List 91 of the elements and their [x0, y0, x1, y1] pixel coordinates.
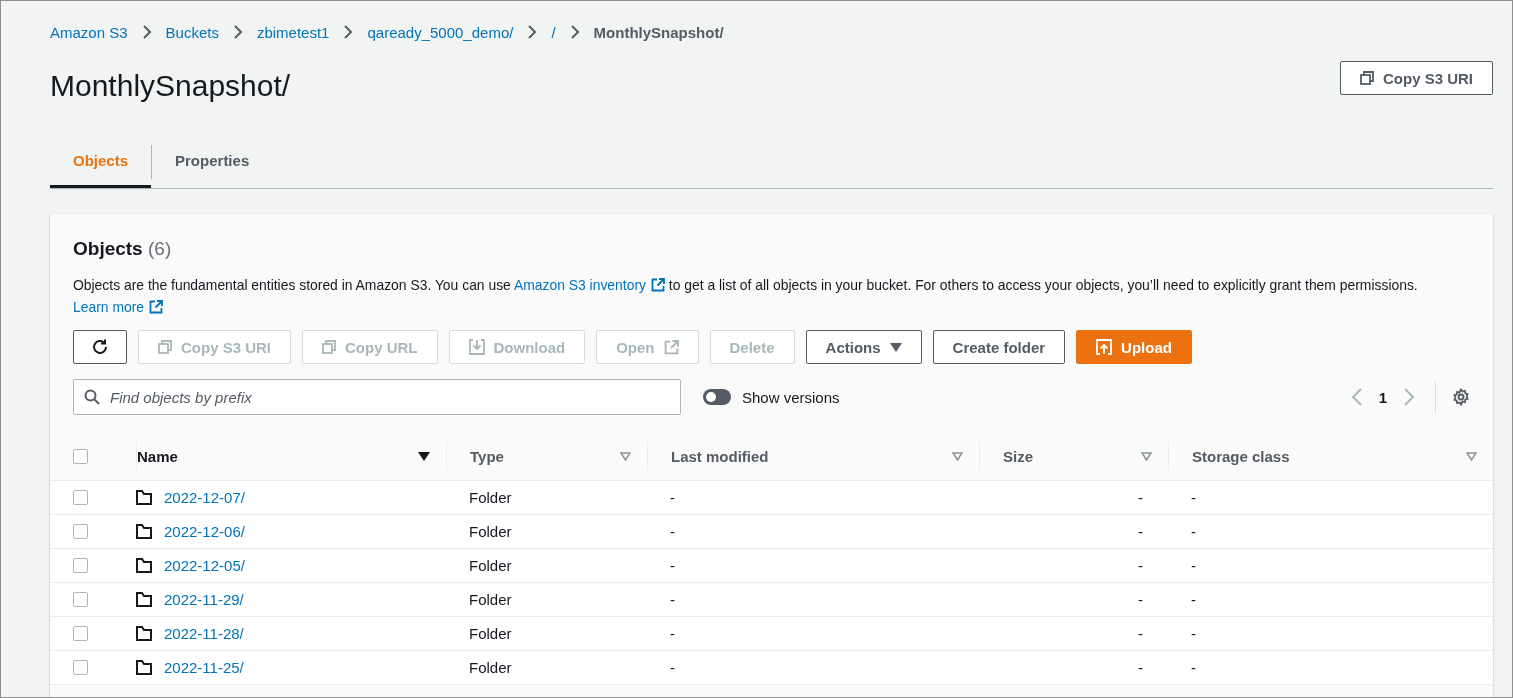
table-cell: -: [670, 591, 675, 608]
column-header[interactable]: Storage class: [1192, 447, 1290, 465]
upload-button[interactable]: Upload: [1076, 330, 1192, 364]
copy-icon: [1360, 71, 1374, 85]
table-cell: Folder: [469, 489, 512, 506]
panel-heading: Objects: [73, 238, 143, 259]
chevron-right-icon: [141, 25, 152, 39]
search-icon: [84, 389, 100, 405]
row-checkbox[interactable]: [73, 592, 88, 607]
folder-icon: [136, 524, 152, 539]
tab[interactable]: Properties: [152, 135, 273, 188]
table-cell: -: [670, 659, 675, 676]
external-link-icon: [650, 278, 665, 292]
table-cell: -: [670, 625, 675, 642]
table-cell: -: [1138, 557, 1143, 574]
object-count: (6): [148, 238, 172, 259]
table-cell: -: [1191, 625, 1196, 642]
chevron-right-icon: [232, 25, 243, 39]
folder-icon: [136, 592, 152, 607]
row-checkbox[interactable]: [73, 626, 88, 641]
select-all-checkbox[interactable]: [73, 448, 88, 464]
breadcrumb-link[interactable]: qaready_5000_demo/: [367, 23, 514, 41]
toggle-label: Show versions: [742, 388, 840, 406]
show-versions-toggle[interactable]: [703, 389, 731, 405]
previous-page-icon[interactable]: [1350, 387, 1363, 407]
help-link[interactable]: Amazon S3 inventory: [513, 277, 665, 293]
column-header[interactable]: Type: [470, 447, 504, 465]
copy-icon: [158, 340, 172, 354]
external-link-icon: [149, 300, 164, 314]
refresh-button[interactable]: [73, 330, 127, 364]
folder-icon: [136, 660, 152, 675]
table-cell: -: [1191, 557, 1196, 574]
next-page-icon[interactable]: [1403, 387, 1415, 407]
toolbar-button[interactable]: Create folder: [932, 330, 1066, 364]
folder-icon: [136, 558, 152, 573]
refresh-icon: [91, 338, 109, 356]
column-header[interactable]: Name: [137, 447, 178, 465]
table-cell: Folder: [469, 557, 512, 574]
table-cell: -: [1191, 659, 1196, 676]
breadcrumb-link[interactable]: Amazon S3: [50, 23, 128, 41]
help-link[interactable]: Learn more: [73, 299, 164, 315]
caret-down-icon: [889, 342, 902, 352]
table-cell: -: [670, 523, 675, 540]
table-cell: -: [670, 489, 675, 506]
folder-link[interactable]: 2022-11-28/: [164, 625, 244, 642]
chevron-right-icon: [527, 25, 538, 39]
table-cell: -: [1191, 489, 1196, 506]
table-cell: -: [1138, 591, 1143, 608]
breadcrumb-link[interactable]: zbimetest1: [256, 23, 330, 41]
search-field[interactable]: Find objects by prefix: [73, 379, 681, 415]
toolbar-button[interactable]: Actions: [805, 330, 922, 364]
folder-link[interactable]: 2022-12-06/: [164, 523, 245, 540]
row-checkbox[interactable]: [73, 490, 88, 505]
page-number[interactable]: 1: [1378, 388, 1387, 406]
external-link-icon: [663, 339, 679, 355]
copy-icon: [322, 340, 336, 354]
folder-link[interactable]: 2022-12-05/: [164, 557, 245, 574]
breadcrumb-link[interactable]: /: [551, 23, 556, 41]
folder-link[interactable]: 2022-12-07/: [164, 489, 245, 506]
download-icon: [468, 339, 485, 355]
chevron-right-icon: [569, 25, 580, 39]
table-cell: -: [670, 557, 675, 574]
breadcrumb-link[interactable]: MonthlySnapshot/: [593, 23, 724, 41]
row-checkbox[interactable]: [73, 660, 88, 675]
table-cell: Folder: [469, 659, 512, 676]
table-cell: -: [1138, 523, 1143, 540]
folder-link[interactable]: 2022-11-25/: [164, 659, 244, 676]
table-cell: Folder: [469, 591, 512, 608]
folder-link[interactable]: 2022-11-29/: [164, 591, 244, 608]
sort-caret-icon[interactable]: [418, 451, 430, 461]
folder-icon: [136, 626, 152, 641]
breadcrumb-link[interactable]: Buckets: [165, 23, 219, 41]
table-cell: -: [1191, 591, 1196, 608]
settings-icon[interactable]: [1452, 388, 1470, 406]
row-checkbox[interactable]: [73, 524, 88, 539]
column-header[interactable]: Size: [1003, 447, 1033, 465]
description-text: Objects are the fundamental entities stored in Amazon S3. You can use Amazon S3 inventory to get a list of all objects in your bucket. For others to access your objects, you’ll need to explicitly grant them permissions. Learn more: [73, 276, 1419, 317]
upload-icon: [1096, 339, 1113, 355]
folder-icon: [136, 490, 152, 505]
column-header[interactable]: Last modified: [671, 447, 769, 465]
page-title: MonthlySnapshot/: [50, 69, 291, 103]
copy-s3-uri-button[interactable]: Copy S3 URI: [1340, 61, 1493, 95]
table-cell: -: [1138, 489, 1143, 506]
table-cell: -: [1138, 659, 1143, 676]
table-cell: -: [1191, 523, 1196, 540]
tab[interactable]: Objects: [50, 135, 152, 188]
table-cell: Folder: [469, 523, 512, 540]
table-cell: -: [1138, 625, 1143, 642]
table-cell: Folder: [469, 625, 512, 642]
chevron-right-icon: [343, 25, 354, 39]
row-checkbox[interactable]: [73, 558, 88, 573]
